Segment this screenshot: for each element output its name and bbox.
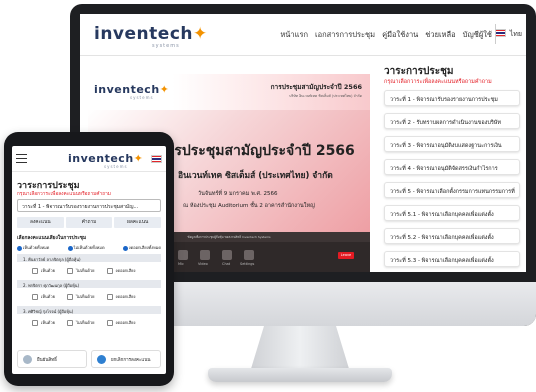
option-disapprove[interactable]: ไม่เห็นด้วย [66, 267, 95, 274]
settings-label: Settings [240, 262, 255, 266]
option-disapprove[interactable]: ไม่เห็นด้วย [66, 293, 95, 300]
option-abstain[interactable]: งดออกเสียง [106, 267, 135, 274]
tablet-topbar: inventech✦ systems [12, 146, 166, 172]
confirm-icon [23, 354, 32, 364]
nav-help[interactable]: ช่วยเหลือ [425, 29, 455, 41]
tab-results[interactable]: ผลคะแนน [114, 217, 162, 228]
agenda-item[interactable]: วาระที่ 1 - พิจารณารับรองรายงานการประชุม [384, 90, 520, 106]
radio-approve-all[interactable]: เห็นด้วยทั้งหมด [17, 244, 49, 251]
language-selector[interactable]: ไทย [510, 29, 522, 40]
video-icon[interactable] [200, 250, 210, 260]
vote-group: 3. ศศิวิชญ์ รุ่งโรจน์ (ผู้ถือหุ้น) [17, 306, 161, 314]
vote-group: 2. พรจิตรา ศุภวัฒนกุล (ผู้ถือหุ้น) [17, 280, 161, 288]
cancel-vote-button[interactable]: ยกเลิกการลงคะแนน [91, 350, 161, 368]
option-abstain[interactable]: งดออกเสียง [106, 319, 135, 326]
brand-logo[interactable]: inventech✦ systems [94, 24, 208, 49]
chat-icon[interactable] [222, 250, 232, 260]
agenda-title: วาระการประชุม [384, 66, 454, 77]
nav-account[interactable]: บัญชีผู้ใช้ [463, 29, 492, 41]
slide-company: อินเวนท์เทค ซิสเต็มส์ (ประเทศไทย) จำกัด [178, 171, 333, 181]
option-approve[interactable]: เห็นด้วย [32, 267, 55, 274]
vote-options: เห็นด้วย ไม่เห็นด้วย งดออกเสียง [32, 267, 162, 274]
agenda-item[interactable]: วาระที่ 3 - พิจารณาอนุมัติงบแสดงฐานะการเ… [384, 136, 520, 152]
monitor-stand [250, 326, 350, 372]
mic-icon[interactable] [178, 250, 188, 260]
agenda-item[interactable]: วาระที่ 5 - พิจารณาเลือกตั้งกรรมการแทนกร… [384, 182, 520, 198]
vote-options: เห็นด้วย ไม่เห็นด้วย งดออกเสียง [32, 319, 162, 326]
chat-label: Chat [222, 262, 231, 266]
desktop-nav: หน้าแรก เอกสารการประชุม คู่มือใช้งาน ช่ว… [280, 29, 492, 41]
option-approve[interactable]: เห็นด้วย [32, 319, 55, 326]
option-disapprove[interactable]: ไม่เห็นด้วย [66, 319, 95, 326]
nav-home[interactable]: หน้าแรก [280, 29, 308, 41]
option-approve[interactable]: เห็นด้วย [32, 293, 55, 300]
agenda-item[interactable]: วาระที่ 4 - พิจารณาอนุมัติจัดสรรเงินกำไร… [384, 159, 520, 175]
tablet-footer-actions: ยืนยันสิทธิ์ ยกเลิกการลงคะแนน [17, 350, 161, 368]
vote-section-label: เลือกลงคะแนนเสียงในการประชุม [17, 236, 87, 241]
desktop-topbar: inventech✦ systems หน้าแรก เอกสารการประช… [80, 14, 526, 56]
video-label: Video [198, 262, 208, 266]
agenda-item[interactable]: วาระที่ 5.1 - พิจารณาเลือกบุคคลเพื่อแต่ง… [384, 205, 520, 221]
tablet-screen: inventech✦ systems วาระการประชุม กรุณาเล… [12, 146, 166, 374]
agenda-select[interactable]: วาระที่ 1 - พิจารณารับรองรายงานการประชุม… [17, 199, 161, 212]
tablet-tabs: ลงคะแนน คำถาม ผลคะแนน [17, 217, 162, 228]
radio-abstain-all[interactable]: งดออกเสียงทั้งหมด [122, 244, 161, 251]
agenda-item[interactable]: วาระที่ 5.3 - พิจารณาเลือกบุคคลเพื่อแต่ง… [384, 251, 520, 267]
tablet-brand-logo[interactable]: inventech✦ systems [68, 152, 143, 169]
video-header-title: การประชุมสามัญประจำปี 2566 [270, 83, 362, 91]
tab-vote[interactable]: ลงคะแนน [17, 217, 64, 228]
tab-question[interactable]: คำถาม [65, 217, 113, 228]
slide-title: การประชุมสามัญประจำปี 2566 [158, 143, 355, 159]
nav-documents[interactable]: เอกสารการประชุม [315, 29, 375, 41]
slide-venue: ณ ห้องประชุม Auditorium ชั้น 2 อาคารสำนั… [183, 203, 315, 209]
vote-all-radios: เห็นด้วยทั้งหมด ไม่เห็นด้วยทั้งหมด งดออก… [17, 244, 161, 251]
option-abstain[interactable]: งดออกเสียง [106, 293, 135, 300]
confirm-button[interactable]: ยืนยันสิทธิ์ [17, 350, 87, 368]
agenda-item[interactable]: วาระที่ 2 - รับทราบผลการดำเนินงานของบริษ… [384, 113, 520, 129]
leave-button[interactable]: Leave [338, 252, 354, 259]
vote-group: 1. คืนธาวัลย์ ลาภจิตกุล (ผู้ถือหุ้น) [17, 254, 161, 262]
tablet-device: inventech✦ systems วาระการประชุม กรุณาเล… [4, 132, 174, 386]
thai-flag-icon[interactable] [151, 155, 162, 163]
radio-disapprove-all[interactable]: ไม่เห็นด้วยทั้งหมด [67, 244, 105, 251]
slide-date: วันจันทร์ที่ 9 มกราคม พ.ศ. 2566 [198, 191, 278, 197]
brand-tagline: systems [152, 43, 180, 49]
hamburger-menu-icon[interactable] [16, 154, 27, 163]
monitor-base [208, 368, 392, 382]
agenda-panel: วาระการประชุม กรุณาเลือกวาระเพื่อลงคะแนน… [380, 58, 526, 272]
video-header: inventech✦ systems การประชุมสามัญประจำปี… [88, 74, 370, 110]
video-header-subtitle: บริษัท อินเวนท์เทค ซิสเต็มส์ (ประเทศไทย)… [289, 94, 362, 98]
video-brand-logo: inventech✦ systems [94, 83, 170, 100]
mic-label: Mic [178, 262, 184, 266]
thai-flag-icon[interactable] [495, 29, 506, 37]
tablet-agenda-note: กรุณาเลือกวาระเพื่อลงคะแนนหรือถามคำถาม [17, 192, 111, 197]
vote-options: เห็นด้วย ไม่เห็นด้วย งดออกเสียง [32, 293, 162, 300]
settings-icon[interactable] [244, 250, 254, 260]
agenda-note: กรุณาเลือกวาระเพื่อลงคะแนนหรือถามคำถาม [384, 79, 492, 85]
cancel-vote-icon [97, 354, 106, 364]
nav-manual[interactable]: คู่มือใช้งาน [382, 29, 418, 41]
agenda-item[interactable]: วาระที่ 5.2 - พิจารณาเลือกบุคคลเพื่อแต่ง… [384, 228, 520, 244]
